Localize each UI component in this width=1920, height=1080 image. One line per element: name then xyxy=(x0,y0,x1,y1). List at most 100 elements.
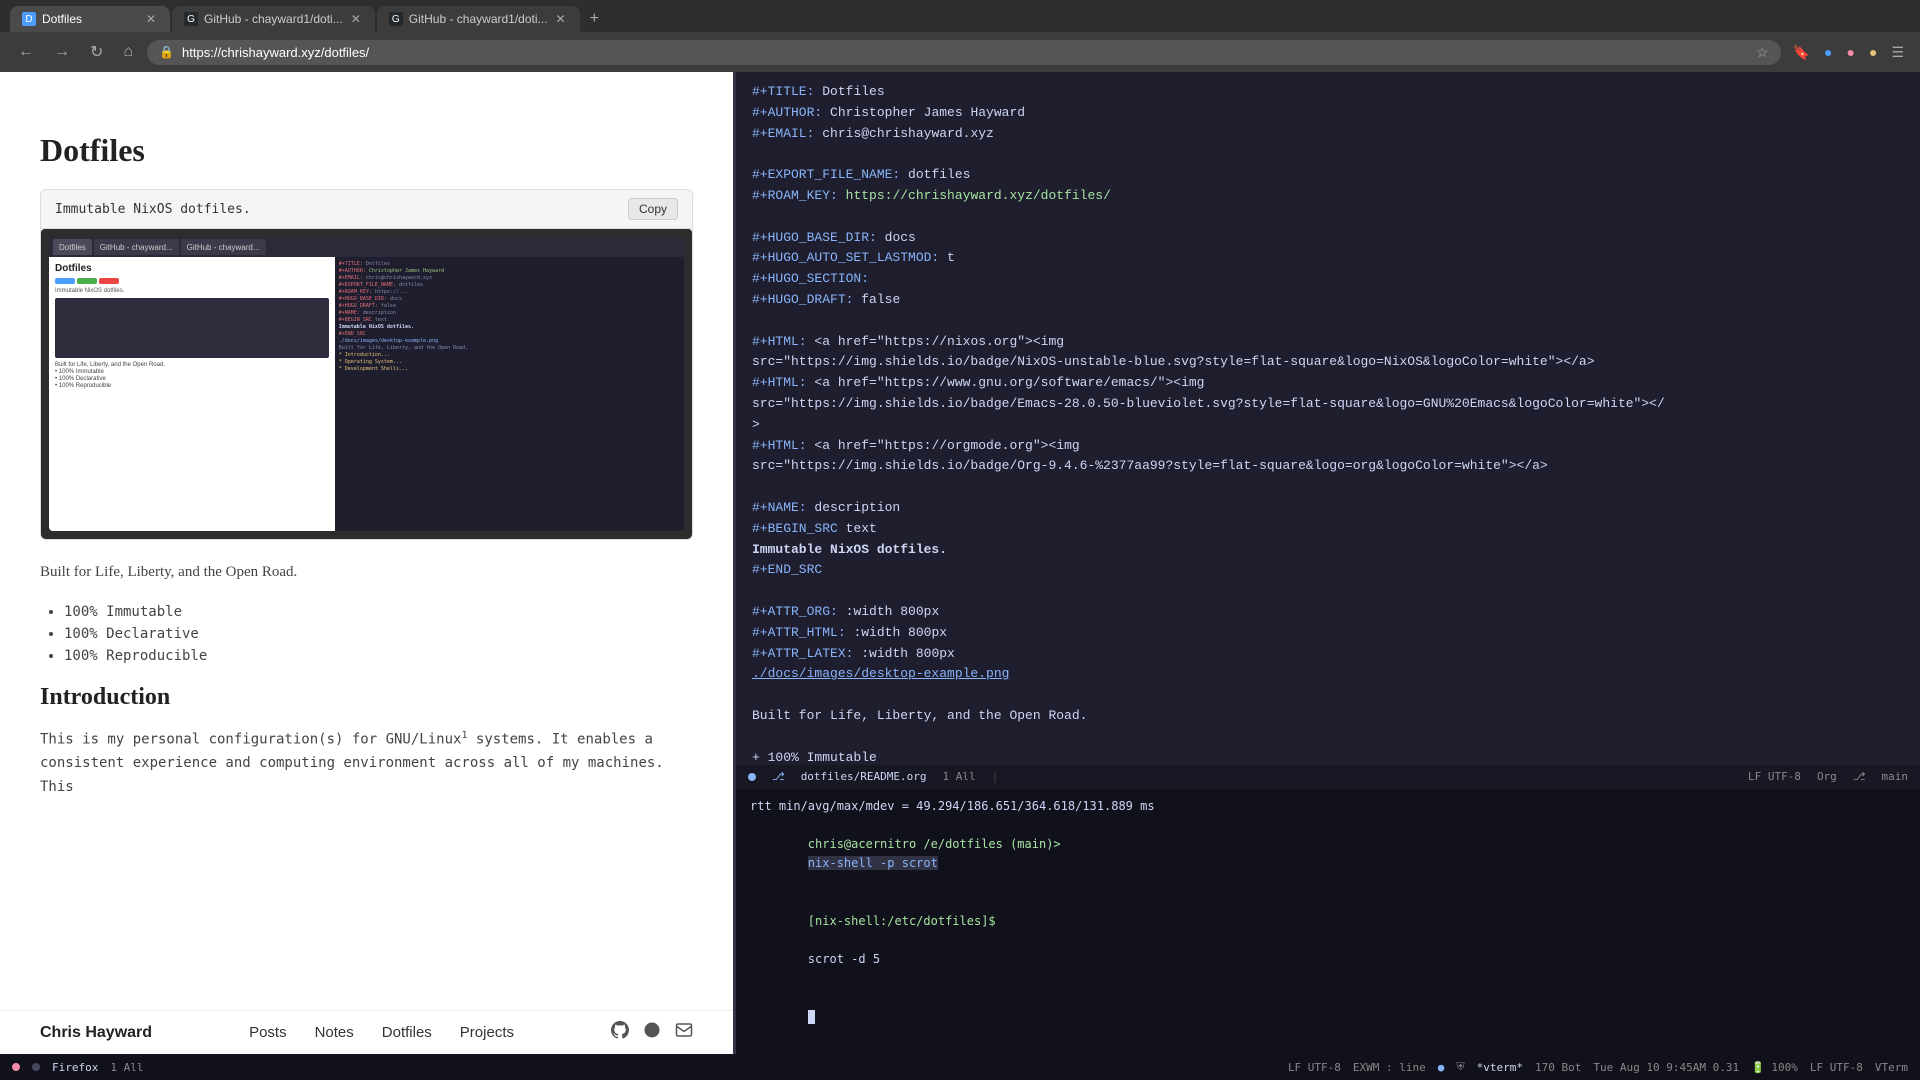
editor-line-1: #+TITLE: Dotfiles xyxy=(752,82,1904,103)
tab-github-1[interactable]: G GitHub - chayward1/doti... ✕ xyxy=(172,6,375,32)
sys-vterm-label: *vterm* xyxy=(1477,1061,1523,1074)
web-footer: Chris Hayward Posts Notes Dotfiles Proje… xyxy=(0,1010,733,1054)
editor-line-26: + 100% Immutable xyxy=(752,748,1904,765)
introduction-heading: Introduction xyxy=(40,684,693,711)
editor-line-10: #+HTML: <a href="https://nixos.org"><img xyxy=(752,332,1904,353)
nested-tab-2: GitHub - chayward... xyxy=(94,239,179,255)
terminal-prompt-line: chris@acernitro /e/dotfiles (main)> nix-… xyxy=(750,816,1906,893)
terminal-cursor-line xyxy=(750,988,1906,1046)
sys-shield-icon: ⛨ xyxy=(1456,1060,1464,1074)
editor-line-7: #+HUGO_AUTO_SET_LASTMOD: t xyxy=(752,248,1904,269)
editor-line-4: #+EXPORT_FILE_NAME: dotfiles xyxy=(752,165,1904,186)
status-file: dotfiles/README.org xyxy=(801,770,927,783)
editor-line-18: #+BEGIN_SRC text xyxy=(752,519,1904,540)
web-page: Dotfiles Immutable NixOS dotfiles. Copy … xyxy=(0,72,733,1054)
nested-desc: Immutable NixOS dotfiles. xyxy=(55,288,329,294)
editor-line-16: src="https://img.shields.io/badge/Org-9.… xyxy=(752,456,1904,477)
bullet-item-2: 100% Declarative xyxy=(64,626,693,642)
extension-icon-3[interactable]: ● xyxy=(1865,40,1881,64)
forward-button[interactable]: → xyxy=(48,39,76,65)
sys-count: 1 All xyxy=(110,1061,143,1074)
status-encoding: LF UTF-8 xyxy=(1748,770,1801,783)
code-block-text: Immutable NixOS dotfiles. xyxy=(55,202,251,217)
back-button[interactable]: ← xyxy=(12,39,40,65)
sys-dot-indicator: ● xyxy=(1438,1061,1445,1074)
editor-line-blank-2 xyxy=(752,207,1904,228)
main-area: Dotfiles Immutable NixOS dotfiles. Copy … xyxy=(0,72,1920,1054)
bookmark-icon[interactable]: 🔖 xyxy=(1789,40,1814,65)
editor-line-13: src="https://img.shields.io/badge/Emacs-… xyxy=(752,394,1904,415)
editor-line-5: #+ROAM_KEY: https://chrishayward.xyz/dot… xyxy=(752,186,1904,207)
nested-code-line-9: #+HUGO_DRAFT: false xyxy=(339,303,680,309)
nav-icons: 🔖 ● ● ● ☰ xyxy=(1789,40,1908,65)
editor-line-20: #+END_SRC xyxy=(752,560,1904,581)
nested-list-item-4: • 100% Reproducible xyxy=(55,383,329,389)
tab-dotfiles[interactable]: D Dotfiles ✕ xyxy=(10,6,170,32)
status-sep: | xyxy=(992,770,999,783)
terminal-nix-cmd: scrot -d 5 xyxy=(808,952,880,966)
editor-line-23: #+ATTR_LATEX: :width 800px xyxy=(752,644,1904,665)
editor-line-24: ./docs/images/desktop-example.png xyxy=(752,664,1904,685)
nested-code-line-11: #+NAME: description xyxy=(339,310,680,316)
footer-nav-projects[interactable]: Projects xyxy=(460,1024,514,1041)
footer-nav-notes[interactable]: Notes xyxy=(315,1024,354,1041)
lock-icon: 🔒 xyxy=(159,45,174,59)
footer-nav-dotfiles[interactable]: Dotfiles xyxy=(382,1024,432,1041)
editor-content[interactable]: #+TITLE: Dotfiles #+AUTHOR: Christopher … xyxy=(736,72,1920,765)
nested-code-line-12: #+BEGIN_SRC text xyxy=(339,317,680,323)
nav-bar: ← → ↻ ⌂ 🔒 ☆ 🔖 ● ● ● ☰ xyxy=(0,32,1920,72)
nested-code-line-20: * Operating System... xyxy=(339,359,680,365)
nested-left: Dotfiles Immutable NixOS dotfiles. Built xyxy=(49,257,335,531)
tab-close-1[interactable]: ✕ xyxy=(144,12,158,26)
extension-icon-2[interactable]: ● xyxy=(1843,40,1859,64)
system-bar-right: LF UTF-8 EXWM : line ● ⛨ *vterm* 170 Bot… xyxy=(1288,1060,1908,1074)
new-tab-button[interactable]: + xyxy=(582,6,607,32)
nested-content: Dotfiles Immutable NixOS dotfiles. Built xyxy=(49,257,684,531)
home-button[interactable]: ⌂ xyxy=(117,39,139,65)
tab-close-2[interactable]: ✕ xyxy=(349,12,363,26)
footer-nav: Posts Notes Dotfiles Projects xyxy=(249,1024,514,1041)
nested-code-line-21: * Development Shells... xyxy=(339,366,680,372)
nested-screenshot-mini xyxy=(55,298,329,358)
reload-button[interactable]: ↻ xyxy=(84,38,109,66)
email-icon[interactable] xyxy=(675,1021,693,1044)
editor-line-25: Built for Life, Liberty, and the Open Ro… xyxy=(752,706,1904,727)
menu-button[interactable]: ☰ xyxy=(1887,40,1908,65)
editor-line-15: #+HTML: <a href="https://orgmode.org"><i… xyxy=(752,436,1904,457)
editor-status-bar: ⎇ dotfiles/README.org 1 All | LF UTF-8 O… xyxy=(736,765,1920,789)
sys-bot-count: 170 Bot xyxy=(1535,1061,1581,1074)
footer-nav-posts[interactable]: Posts xyxy=(249,1024,287,1041)
address-bar[interactable]: 🔒 ☆ xyxy=(147,40,1781,65)
editor-line-blank-1 xyxy=(752,144,1904,165)
editor-line-17: #+NAME: description xyxy=(752,498,1904,519)
status-mode: Org xyxy=(1817,770,1837,783)
nested-list-item-3: • 100% Declarative xyxy=(55,376,329,382)
terminal-dollar xyxy=(808,933,815,947)
sys-encoding: LF UTF-8 xyxy=(1288,1061,1341,1074)
terminal-area[interactable]: rtt min/avg/max/mdev = 49.294/186.651/36… xyxy=(736,789,1920,1054)
nested-code-line-18: Built for Life, Liberty, and the Open Ro… xyxy=(339,345,680,351)
tab-close-3[interactable]: ✕ xyxy=(554,12,568,26)
status-indicator-1 xyxy=(748,773,756,781)
sys-dot-red xyxy=(12,1063,20,1071)
terminal-cmd-highlighted: nix-shell -p scrot xyxy=(808,856,938,870)
tab-github-2[interactable]: G GitHub - chayward1/doti... ✕ xyxy=(377,6,580,32)
nested-page-title: Dotfiles xyxy=(55,263,329,274)
terminal-prompt: chris@acernitro /e/dotfiles (main)> xyxy=(808,837,1061,851)
terminal-nix-line: [nix-shell:/etc/dotfiles]$ scrot -d 5 xyxy=(750,893,1906,989)
nested-badges xyxy=(55,278,329,284)
footer-brand: Chris Hayward xyxy=(40,1024,152,1042)
nested-list-item-2: • 100% Immutable xyxy=(55,369,329,375)
keybase-icon[interactable] xyxy=(643,1021,661,1044)
address-input[interactable] xyxy=(182,45,1748,60)
extension-icon-1[interactable]: ● xyxy=(1820,40,1836,64)
github-icon[interactable] xyxy=(611,1021,629,1044)
footer-icons xyxy=(611,1021,693,1044)
status-buffer-count: 1 All xyxy=(943,770,976,783)
copy-button[interactable]: Copy xyxy=(628,198,678,220)
star-icon[interactable]: ☆ xyxy=(1756,44,1769,61)
nested-code-line-13: Immutable NixOS dotfiles. xyxy=(339,324,680,330)
editor-line-6: #+HUGO_BASE_DIR: docs xyxy=(752,228,1904,249)
nested-tab-bar: Dotfiles GitHub - chayward... GitHub - c… xyxy=(49,237,684,257)
tab-favicon-2: G xyxy=(184,12,198,26)
